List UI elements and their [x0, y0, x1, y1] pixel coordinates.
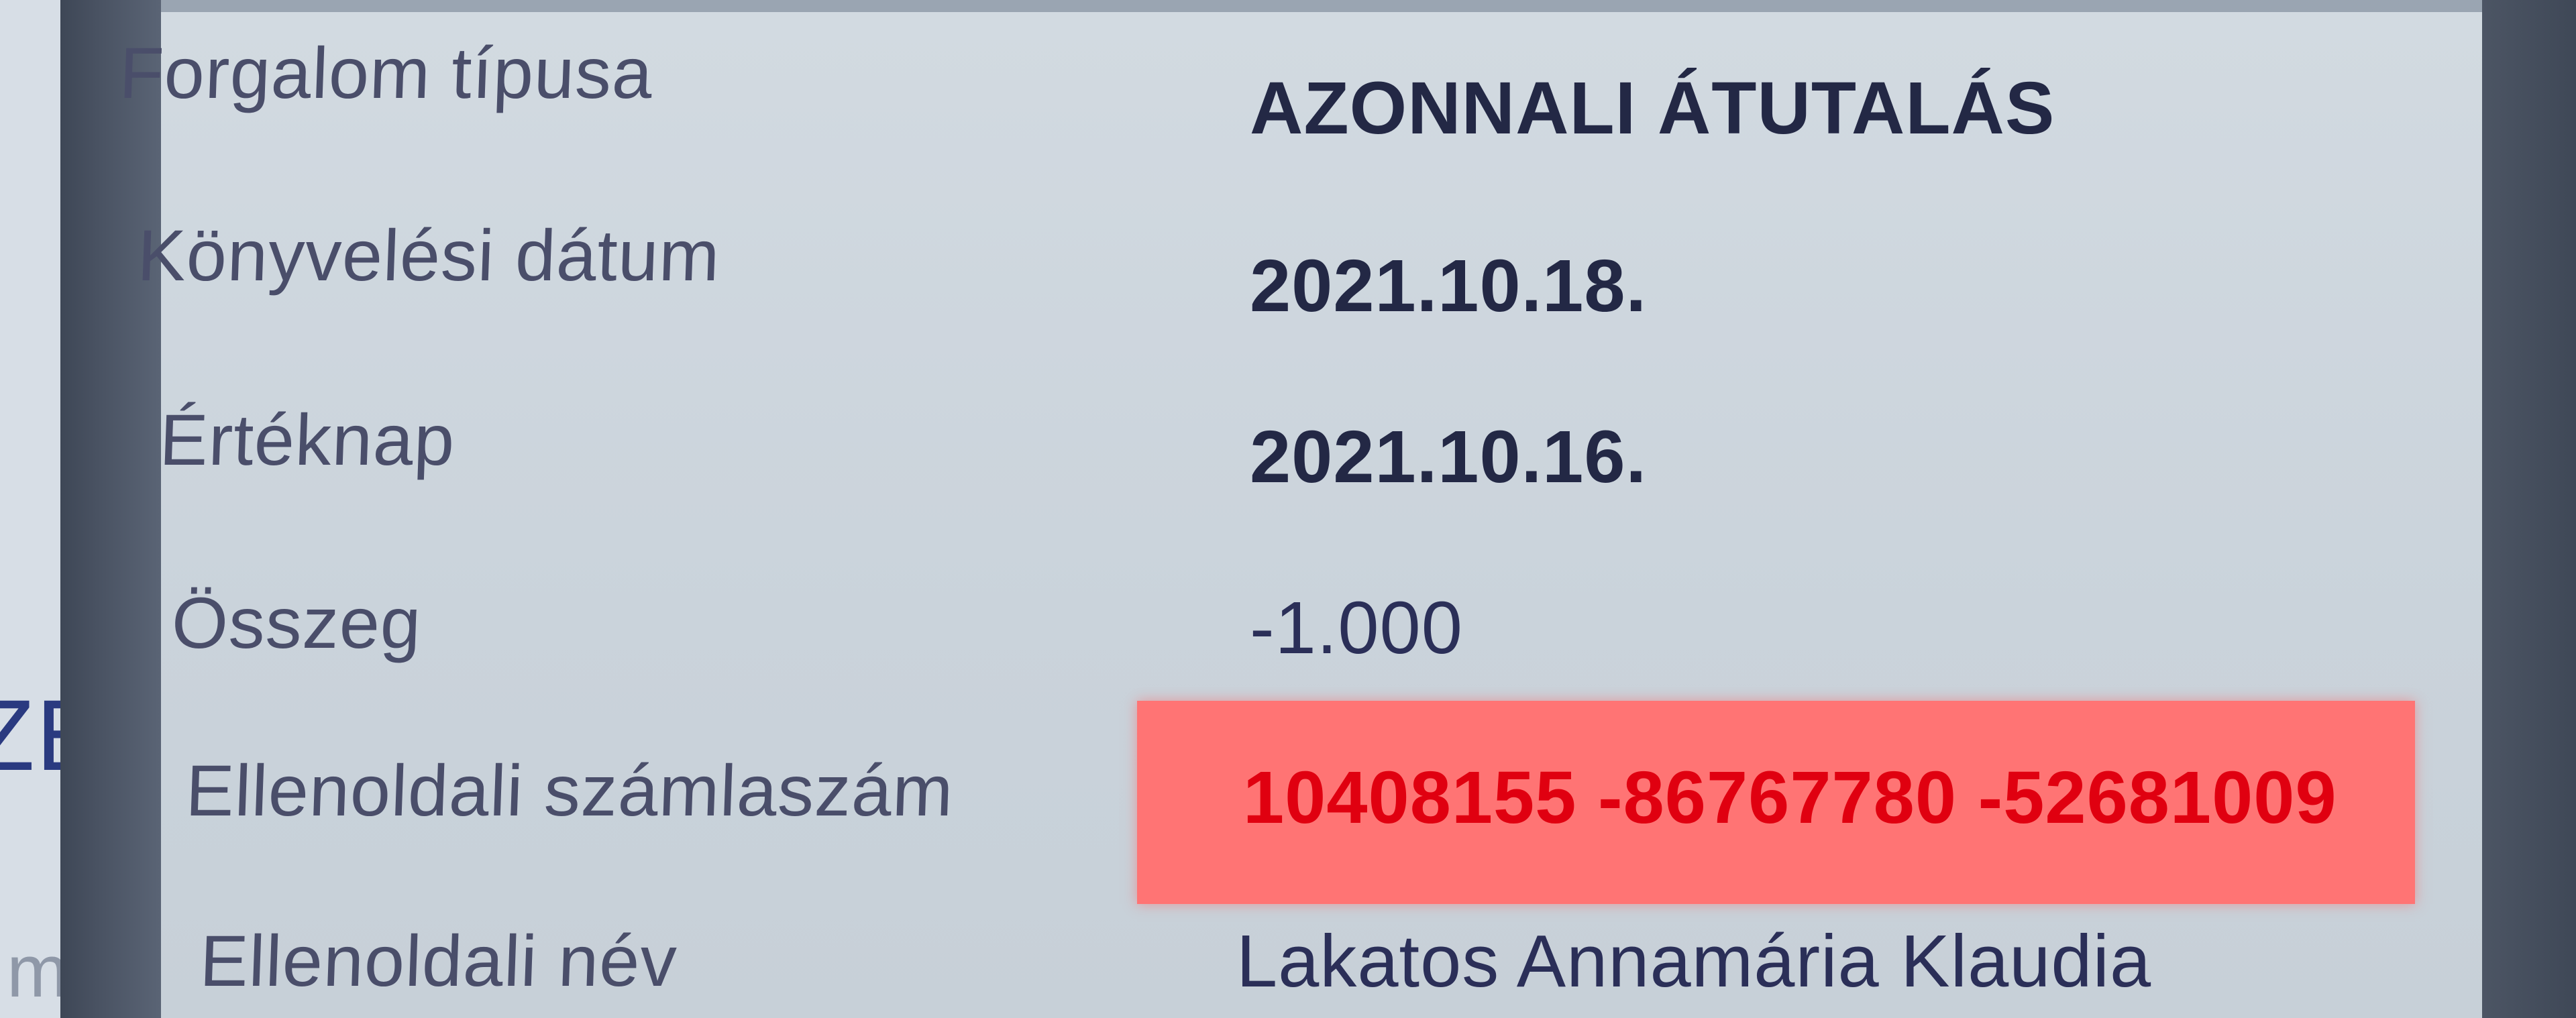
detail-row-counterparty-name: Ellenoldali név Lakatos Annamária Klaudi…	[161, 884, 2482, 1018]
counterparty-name-label: Ellenoldali név	[198, 920, 679, 1001]
detail-row-value-date: Értéknap 2021.10.16.	[158, 367, 2482, 542]
transaction-type-label: Forgalom típusa	[117, 32, 655, 113]
detail-row-amount: Összeg -1.000	[161, 549, 2482, 723]
value-date-label: Értéknap	[158, 399, 457, 480]
transaction-details-dialog: Forgalom típusa AZONNALI ÁTUTALÁS Könyve…	[118, 0, 2482, 1018]
counterparty-name-value: Lakatos Annamária Klaudia	[1236, 920, 2152, 1003]
counterparty-account-label: Ellenoldali számlaszám	[184, 750, 955, 831]
amount-label: Összeg	[170, 582, 423, 663]
detail-row-transaction-type: Forgalom típusa AZONNALI ÁTUTALÁS	[118, 12, 2482, 186]
booking-date-label: Könyvelési dátum	[136, 215, 722, 296]
value-date-value: 2021.10.16.	[1250, 416, 1648, 498]
detail-row-counterparty-account: Ellenoldali számlaszám 10408155 -8676778…	[161, 723, 2482, 897]
dialog-frame-left	[60, 0, 161, 1018]
amount-value: -1.000	[1250, 587, 1463, 669]
counterparty-account-value: 10408155 -86767780 -52681009	[1243, 756, 2337, 839]
background-page: ZE mt	[0, 0, 103, 1018]
transaction-type-value: AZONNALI ÁTUTALÁS	[1250, 67, 2055, 150]
booking-date-value: 2021.10.18.	[1250, 245, 1648, 327]
detail-row-booking-date: Könyvelési dátum 2021.10.18.	[136, 180, 2482, 354]
screen: ZE mt Forgalom típusa AZONNALI ÁTUTALÁS …	[0, 0, 2576, 1018]
dialog-frame-right	[2482, 0, 2576, 1018]
